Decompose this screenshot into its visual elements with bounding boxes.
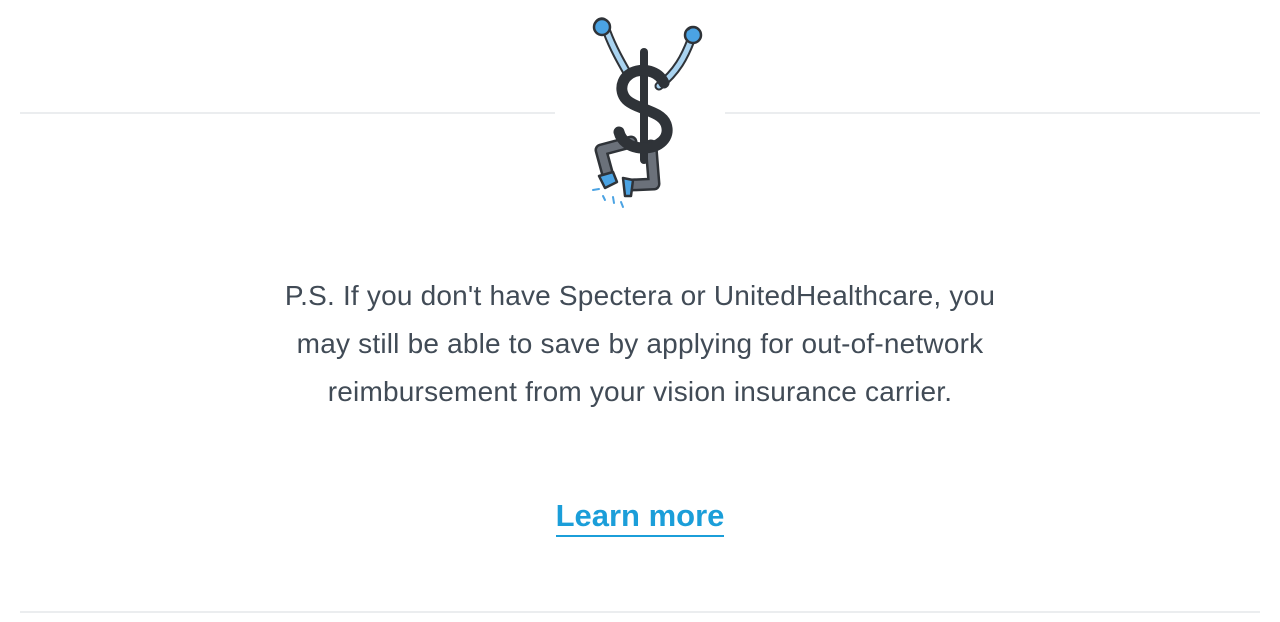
learn-more-link[interactable]: Learn more bbox=[540, 494, 740, 538]
jumping-dollar-sign-icon bbox=[592, 17, 703, 208]
learn-more-label: Learn more bbox=[555, 497, 725, 537]
illustration bbox=[555, 0, 725, 220]
bottom-divider bbox=[20, 611, 1260, 613]
page: P.S. If you don't have Spectera or Unite… bbox=[0, 0, 1280, 622]
ps-message: P.S. If you don't have Spectera or Unite… bbox=[284, 280, 996, 407]
